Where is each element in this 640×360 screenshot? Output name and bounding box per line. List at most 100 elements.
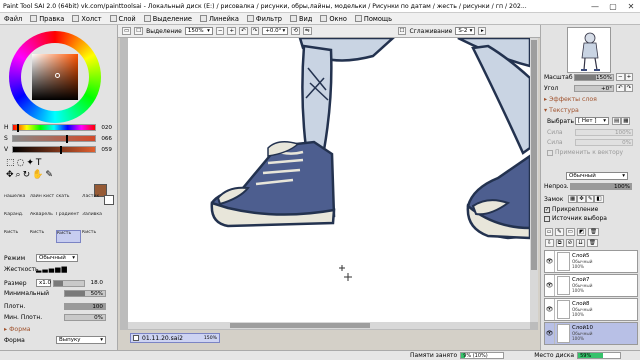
eye-icon[interactable]: 👁 bbox=[545, 299, 555, 320]
menu-ruler[interactable]: Линейка bbox=[196, 15, 243, 23]
texture-option-button[interactable]: ▤ bbox=[612, 117, 622, 125]
angle-select[interactable]: +0.0° ▾ bbox=[262, 27, 289, 35]
eye-icon[interactable]: 👁 bbox=[545, 275, 555, 296]
merge-down-button[interactable]: ⇩ bbox=[545, 239, 554, 247]
tool-preset[interactable]: Акварель bbox=[30, 212, 55, 225]
rotate-right-button[interactable]: ↷ bbox=[250, 27, 260, 35]
horizontal-scrollbar-thumb[interactable] bbox=[230, 323, 370, 328]
rect-select-icon[interactable]: ⬚ bbox=[6, 158, 17, 168]
menu-window[interactable]: Окно bbox=[316, 15, 351, 23]
brush-mode-select[interactable]: Обычный ▾ bbox=[36, 254, 78, 262]
new-layer-button[interactable]: ▫ bbox=[545, 228, 553, 236]
smoothing-select[interactable]: S-2 ▾ bbox=[455, 27, 476, 35]
eye-icon[interactable]: 👁 bbox=[545, 323, 555, 344]
texture-scale-slider[interactable]: 100% bbox=[575, 129, 633, 136]
nav-rotate-right-button[interactable]: ↷ bbox=[624, 84, 634, 92]
shape-select[interactable]: Выпуку ▾ bbox=[56, 336, 106, 344]
close-button[interactable]: ✕ bbox=[622, 1, 640, 12]
tool-preset[interactable]: Кисть bbox=[82, 230, 107, 243]
layer-item-selected[interactable]: 👁 Слой10 Обычный 100% bbox=[544, 322, 638, 345]
tool-preset[interactable]: Каранд. bbox=[4, 212, 29, 225]
clear-layer-button[interactable]: ⊘ bbox=[565, 239, 575, 247]
lock-brush-button[interactable]: ✎ bbox=[585, 195, 595, 203]
canvas[interactable] bbox=[128, 38, 530, 322]
tool-preset[interactable]: Кисть bbox=[4, 230, 29, 243]
zoom-out-button[interactable]: − bbox=[215, 27, 225, 35]
new-vector-layer-button[interactable]: ✎ bbox=[555, 228, 564, 236]
texture-header[interactable]: ▾ Текстура bbox=[544, 107, 579, 114]
document-tab[interactable]: 01.11.20.sai2 150% bbox=[130, 333, 220, 343]
lock-move-button[interactable]: ✥ bbox=[577, 195, 586, 203]
saturation-slider[interactable] bbox=[12, 135, 96, 142]
layer-item[interactable]: 👁 Слой8 Обычный 100% bbox=[544, 298, 638, 321]
zoom-select[interactable]: 150% ▾ bbox=[184, 27, 213, 35]
clipping-checkbox[interactable]: ✓ bbox=[544, 206, 550, 213]
delete-layer-button[interactable]: 🗑 bbox=[588, 228, 599, 236]
texture-option-button-2[interactable]: ▦ bbox=[621, 117, 631, 125]
hue-slider[interactable] bbox=[12, 124, 96, 131]
nav-zoom-plus-button[interactable]: + bbox=[624, 73, 634, 81]
lock-alpha-button[interactable]: ◧ bbox=[594, 195, 604, 203]
hand-icon[interactable]: ✋ bbox=[32, 170, 45, 180]
min-density-slider[interactable]: 0% bbox=[64, 314, 106, 321]
min-size-slider[interactable]: 50% bbox=[64, 290, 106, 297]
value-thumb[interactable] bbox=[60, 146, 63, 154]
merge-all-button[interactable]: ⇊ bbox=[576, 239, 585, 247]
eye-icon[interactable]: 👁 bbox=[545, 251, 555, 272]
menu-help[interactable]: Помощь bbox=[351, 15, 396, 23]
new-folder-button[interactable]: ▭ bbox=[565, 228, 575, 236]
stabilizer-toggle[interactable]: ☐ bbox=[397, 27, 407, 35]
tool-preset[interactable]: нашелка bbox=[4, 194, 29, 207]
zoom-in-button[interactable]: + bbox=[227, 27, 237, 35]
maximize-button[interactable]: ▢ bbox=[604, 1, 622, 12]
menu-selection[interactable]: Выделение bbox=[140, 15, 196, 23]
nav-rotate-left-button[interactable]: ↶ bbox=[616, 84, 625, 92]
magic-wand-icon[interactable]: ✦ bbox=[26, 158, 36, 168]
menu-filter[interactable]: Фильтр bbox=[243, 15, 286, 23]
value-slider[interactable] bbox=[12, 146, 96, 153]
layer-effects-header[interactable]: ▸ Эффекты слоя bbox=[544, 96, 597, 103]
blend-mode-select[interactable]: Обычный ▾ bbox=[566, 172, 628, 180]
trash-icon[interactable]: 🗑 bbox=[586, 239, 598, 247]
lasso-icon[interactable]: ◌ bbox=[17, 158, 27, 168]
tool-preset[interactable]: лайн кист bbox=[30, 194, 55, 207]
hue-thumb[interactable] bbox=[16, 124, 19, 132]
size-multiplier[interactable]: x1.0 bbox=[36, 279, 51, 287]
rotate-reset-button[interactable]: ⟲ bbox=[291, 27, 300, 35]
rotate-icon[interactable]: ↻ bbox=[23, 170, 33, 180]
menu-arrow-button[interactable]: ▸ bbox=[478, 27, 487, 35]
tool-preset[interactable]: Кисть bbox=[30, 230, 55, 243]
tool-preset[interactable]: Заливка bbox=[82, 212, 107, 225]
menu-view[interactable]: Вид bbox=[286, 15, 316, 23]
flip-button[interactable]: ⇋ bbox=[302, 27, 312, 35]
tool-preset[interactable]: Ластик bbox=[82, 194, 107, 207]
texture-select[interactable]: [ Нет ] ▾ bbox=[575, 117, 609, 125]
nav-zoom-minus-button[interactable]: − bbox=[616, 73, 625, 81]
menu-layer[interactable]: Слой bbox=[106, 15, 140, 23]
tool-preset[interactable]: скать bbox=[56, 194, 81, 207]
selection-toggle[interactable]: ☐ bbox=[134, 27, 144, 35]
selection-source-checkbox[interactable] bbox=[544, 215, 550, 222]
nav-angle-slider[interactable]: +0° bbox=[574, 84, 614, 92]
apply-vector-checkbox[interactable] bbox=[547, 149, 553, 156]
minimize-button[interactable]: — bbox=[586, 1, 604, 12]
new-view-button[interactable]: ▭ bbox=[122, 27, 132, 35]
rotate-left-button[interactable]: ↶ bbox=[239, 27, 248, 35]
copy-layer-button[interactable]: ⧉ bbox=[555, 239, 564, 247]
hardness-presets[interactable]: ▂▃▄▅▆ bbox=[36, 265, 68, 273]
menu-canvas[interactable]: Холст bbox=[68, 15, 105, 23]
text-tool-icon[interactable]: T bbox=[36, 158, 44, 168]
size-slider[interactable] bbox=[53, 279, 85, 287]
shape-section-header[interactable]: ▸ Форма bbox=[4, 326, 31, 333]
saturation-thumb[interactable] bbox=[66, 135, 69, 143]
menu-file[interactable]: Файл bbox=[0, 15, 26, 23]
opacity-slider[interactable]: 100% bbox=[570, 183, 632, 190]
tool-preset[interactable]: Градиент bbox=[56, 212, 81, 225]
navigator-preview[interactable] bbox=[567, 27, 611, 73]
zoom-icon[interactable]: ⌕ bbox=[16, 170, 23, 180]
layer-item[interactable]: 👁 Слой5 Обычный 100% bbox=[544, 250, 638, 273]
lock-pixels-button[interactable]: ▦ bbox=[568, 195, 578, 203]
density-slider[interactable]: 100 bbox=[64, 303, 106, 310]
layer-item[interactable]: 👁 Слой7 Обычный 100% bbox=[544, 274, 638, 297]
nav-zoom-slider[interactable]: 150% bbox=[574, 73, 614, 81]
